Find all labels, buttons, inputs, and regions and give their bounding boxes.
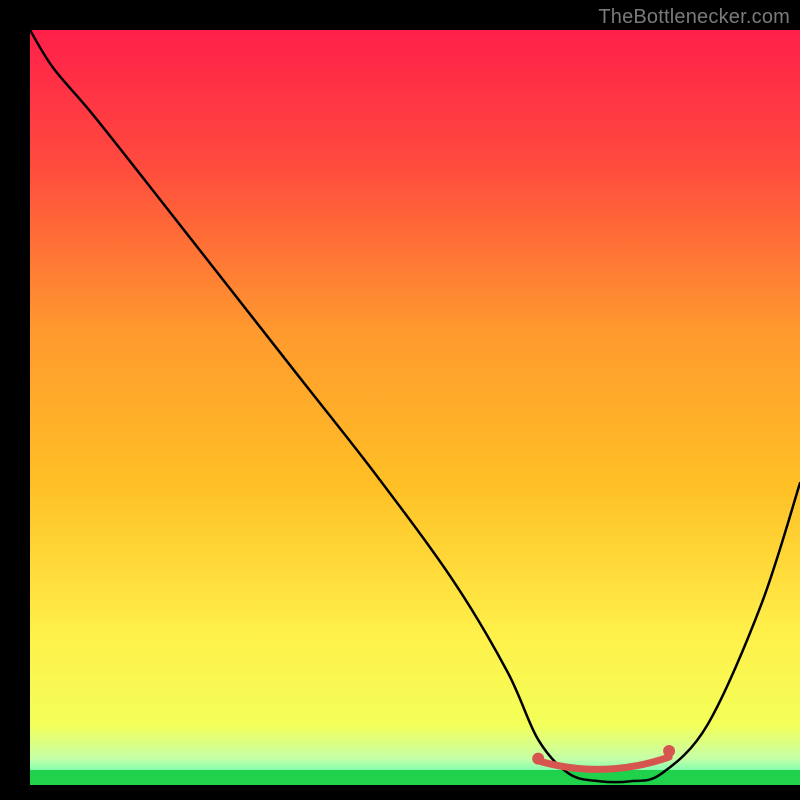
- gradient-panel: [30, 30, 800, 785]
- range-end-marker: [663, 745, 675, 757]
- watermark-text: TheBottleneсker.com: [598, 6, 790, 29]
- green-band: [30, 770, 800, 785]
- range-start-marker: [532, 753, 544, 765]
- bottleneck-chart: [0, 0, 800, 800]
- chart-container: TheBottleneсker.com: [0, 0, 800, 800]
